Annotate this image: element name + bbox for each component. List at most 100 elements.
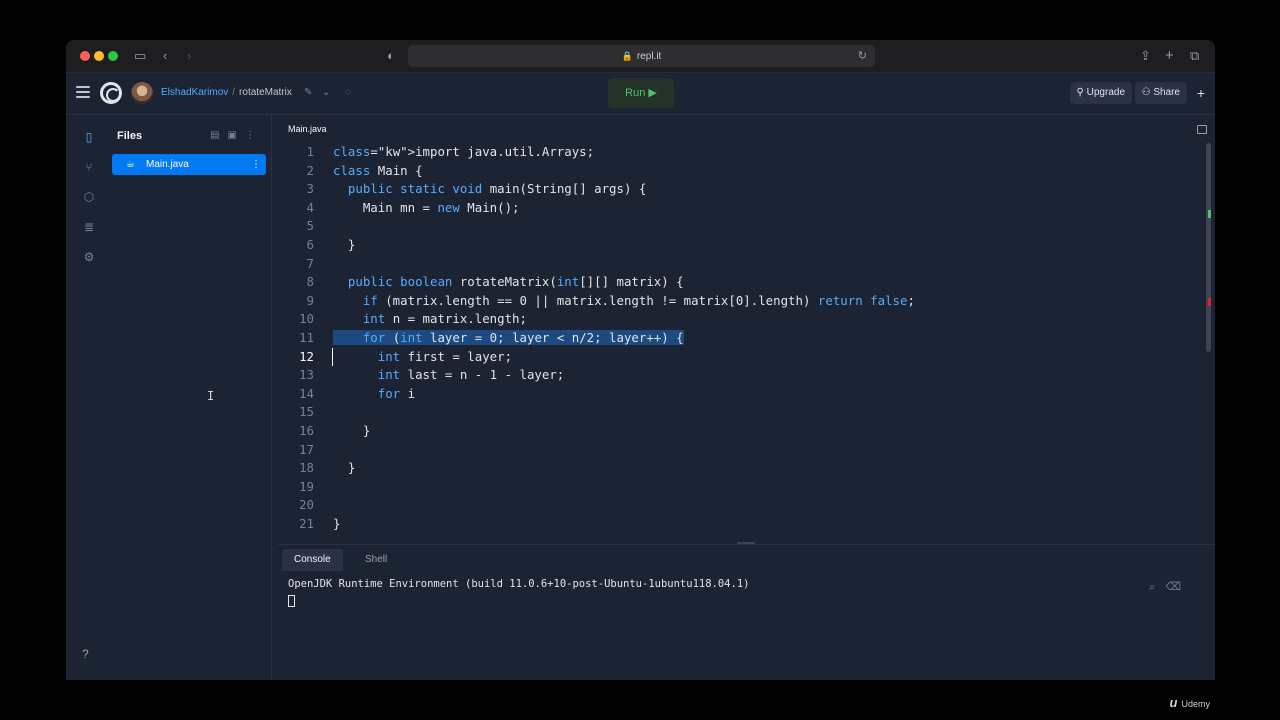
- file-item-main-java[interactable]: ☕ Main.java ⋮: [112, 154, 266, 175]
- replit-logo[interactable]: [100, 82, 122, 104]
- code-line[interactable]: 9 if (matrix.length == 0 || matrix.lengt…: [278, 292, 1198, 311]
- tab-console[interactable]: Console: [282, 549, 343, 571]
- lock-icon: 🔒: [621, 51, 633, 61]
- files-title: Files: [117, 130, 143, 142]
- code-text: if (matrix.length == 0 || matrix.length …: [362, 292, 915, 308]
- console-cursor[interactable]: [288, 595, 295, 607]
- forward-icon[interactable]: ›: [187, 47, 191, 65]
- packages-icon[interactable]: ⬡: [81, 189, 97, 205]
- help-icon[interactable]: ?: [82, 647, 89, 661]
- settings-gear-icon[interactable]: ⚙: [81, 249, 97, 265]
- new-file-icon[interactable]: ▤: [210, 130, 227, 141]
- code-line[interactable]: 19: [278, 478, 1198, 497]
- line-number: 5: [306, 218, 314, 234]
- code-line[interactable]: 6 }: [278, 236, 1198, 255]
- line-number: 7: [306, 255, 314, 271]
- line-number: 14: [299, 385, 314, 401]
- code-text: class="kw">import java.util.Arrays;: [333, 144, 595, 159]
- new-folder-icon[interactable]: ▣: [228, 130, 245, 141]
- scroll-marker-green: [1208, 210, 1211, 218]
- code-text: public static void main(String[] args) {: [347, 181, 647, 197]
- app-header: ElshadKarimov / rotateMatrix ✎ ⌄ ◌ Run ▶ ⚲…: [66, 73, 1215, 115]
- files-actions: ▤▣⋮: [210, 130, 263, 141]
- browser-window: ▭ ‹ › ◐ 🔒 repl.it ↻ ⇪ + ⧉ ElshadKarimov / r…: [66, 40, 1215, 680]
- line-number: 15: [299, 404, 314, 420]
- line-number: 13: [299, 367, 314, 383]
- back-icon[interactable]: ‹: [163, 47, 167, 65]
- code-line[interactable]: 5: [278, 217, 1198, 236]
- tab-overview-icon[interactable]: ⧉: [1190, 47, 1199, 65]
- username-link[interactable]: ElshadKarimov: [161, 87, 228, 98]
- more-options-icon[interactable]: ⋮: [245, 130, 263, 141]
- upgrade-button[interactable]: ⚲ Upgrade: [1069, 82, 1132, 104]
- maximize-window-button[interactable]: [108, 51, 118, 61]
- code-line[interactable]: 14 for i: [278, 385, 1198, 404]
- minimize-window-button[interactable]: [94, 51, 104, 61]
- code-line[interactable]: 20: [278, 496, 1198, 515]
- layout-icon[interactable]: [1197, 125, 1207, 134]
- code-text: }: [333, 236, 356, 252]
- chevron-down-icon[interactable]: ⌄: [322, 87, 330, 98]
- menu-icon[interactable]: [76, 86, 90, 98]
- code-line[interactable]: 16 }: [278, 422, 1198, 441]
- code-line[interactable]: 10 int n = matrix.length;: [278, 310, 1198, 329]
- code-line[interactable]: 11 for (int layer = 0; layer < n/2; laye…: [278, 329, 1198, 348]
- files-icon[interactable]: ▯: [81, 129, 97, 145]
- version-control-icon[interactable]: ⑂: [81, 159, 97, 175]
- console-actions: ⌕⌫: [1149, 580, 1191, 594]
- code-line[interactable]: 13 int last = n - 1 - layer;: [278, 366, 1198, 385]
- breadcrumb-separator: /: [232, 87, 236, 98]
- code-editor[interactable]: Main.java 1 class="kw">import java.util.A…: [278, 115, 1215, 544]
- repl-name[interactable]: rotateMatrix: [239, 87, 292, 98]
- pencil-icon[interactable]: ✎: [304, 87, 312, 98]
- code-line[interactable]: 17: [278, 441, 1198, 460]
- code-text: }: [333, 422, 371, 438]
- code-line[interactable]: 3 public static void main(String[] args)…: [278, 180, 1198, 199]
- code-line[interactable]: 18 }: [278, 459, 1198, 478]
- address-bar[interactable]: 🔒 repl.it ↻: [408, 45, 875, 67]
- line-number: 17: [299, 441, 314, 457]
- share-button[interactable]: ⚇ Share: [1134, 82, 1187, 104]
- line-number: 8: [306, 274, 314, 290]
- run-button[interactable]: Run ▶: [608, 78, 674, 108]
- tab-main-java[interactable]: Main.java: [288, 124, 327, 134]
- code-line[interactable]: 7: [278, 255, 1198, 274]
- code-line[interactable]: 8 public boolean rotateMatrix(int[][] ma…: [278, 273, 1198, 292]
- code-line[interactable]: 4 Main mn = new Main();: [278, 199, 1198, 218]
- code-line[interactable]: 2 class Main {: [278, 162, 1198, 181]
- browser-toolbar: ▭ ‹ › ◐ 🔒 repl.it ↻ ⇪ + ⧉: [66, 40, 1215, 73]
- database-icon[interactable]: ≣: [81, 219, 97, 235]
- sidebar-toggle-icon[interactable]: ▭: [134, 47, 146, 65]
- file-menu-icon[interactable]: ⋮: [251, 154, 261, 175]
- line-number: 12: [299, 348, 314, 364]
- code-line[interactable]: 1 class="kw">import java.util.Arrays;: [278, 143, 1198, 162]
- file-name: Main.java: [146, 159, 189, 170]
- reload-icon[interactable]: ↻: [858, 45, 867, 67]
- scroll-marker-red: [1208, 298, 1211, 306]
- code-text: for i: [377, 385, 416, 401]
- user-plus-icon: ⚇: [1141, 87, 1154, 98]
- url-text: repl.it: [636, 51, 662, 62]
- add-icon[interactable]: +: [1197, 84, 1205, 102]
- code-line[interactable]: 12 int first = layer;: [278, 347, 1198, 367]
- code-line[interactable]: 21}: [278, 515, 1198, 534]
- avatar[interactable]: [131, 82, 153, 104]
- code-text: for (int layer = 0; layer < n/2; layer++…: [333, 329, 684, 348]
- search-icon[interactable]: ⌕: [1149, 581, 1165, 593]
- udemy-logo-icon: u: [1169, 695, 1178, 710]
- editor-scrollbar[interactable]: [1206, 143, 1211, 352]
- code-line[interactable]: 15: [278, 403, 1198, 422]
- line-number: 4: [306, 199, 314, 215]
- console-panel: Console Shell OpenJDK Runtime Environmen…: [278, 542, 1215, 680]
- clear-console-icon[interactable]: ⌫: [1165, 581, 1191, 593]
- panel-resize-handle[interactable]: [737, 542, 755, 544]
- tab-shell[interactable]: Shell: [353, 549, 399, 571]
- new-tab-icon[interactable]: +: [1165, 47, 1174, 65]
- close-window-button[interactable]: [80, 51, 90, 61]
- line-number: 16: [299, 422, 314, 438]
- java-icon: ☕: [126, 159, 135, 170]
- code-area[interactable]: 1 class="kw">import java.util.Arrays; 2 cla…: [278, 143, 1198, 533]
- text-cursor-icon: I: [207, 389, 215, 403]
- privacy-shield-icon[interactable]: ◐: [387, 47, 395, 65]
- share-sheet-icon[interactable]: ⇪: [1140, 47, 1151, 65]
